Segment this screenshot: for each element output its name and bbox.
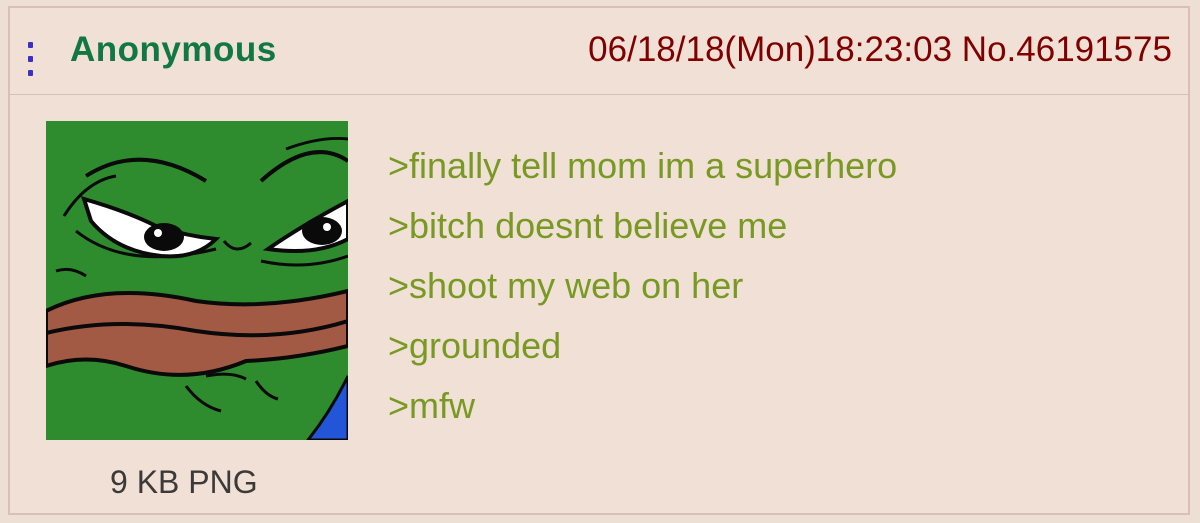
greentext-line: >shoot my web on her: [388, 265, 744, 306]
post-header: Anonymous 06/18/18(Mon)18:23:03 No.46191…: [10, 8, 1188, 95]
post-number-link[interactable]: No.46191575: [962, 30, 1172, 69]
greentext-line: >finally tell mom im a superhero: [388, 145, 898, 186]
greentext-line: >bitch doesnt believe me: [388, 205, 788, 246]
post-datetime: 06/18/18(Mon)18:23:03: [588, 30, 953, 69]
greentext-line: >grounded: [388, 325, 562, 366]
post-menu-icon[interactable]: [28, 42, 34, 76]
post-meta: 06/18/18(Mon)18:23:03 No.46191575: [588, 30, 1172, 70]
post-thumbnail-image[interactable]: [46, 121, 348, 440]
poster-name: Anonymous: [70, 30, 277, 69]
post-body: >finally tell mom im a superhero >bitch …: [388, 136, 897, 436]
reply-post: Anonymous 06/18/18(Mon)18:23:03 No.46191…: [8, 6, 1190, 515]
pepe-frog-face-icon: [46, 121, 348, 440]
greentext-line: >mfw: [388, 385, 476, 426]
file-info: 9 KB PNG: [110, 464, 258, 500]
